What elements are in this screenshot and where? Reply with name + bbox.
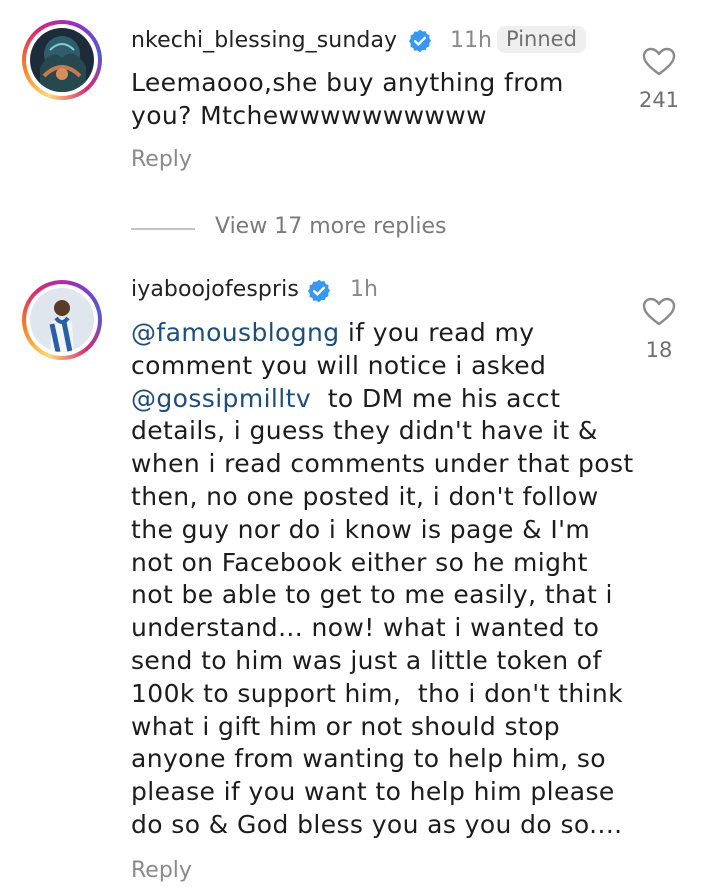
comment-line: Leemaooo,she buy anything from: [131, 68, 564, 97]
comment-line: what i gift him or not should stop: [131, 711, 561, 741]
avatar-iyabo: [30, 288, 94, 352]
pinned-badge: Pinned: [497, 26, 586, 53]
comment-line: when i read comments under that post: [131, 449, 634, 479]
comment-line: @famousblogng if you read my: [131, 317, 634, 350]
reply-button[interactable]: Reply: [131, 147, 192, 172]
comment-line: details, i guess they didn't have it &: [131, 416, 598, 446]
mention-link[interactable]: @famousblogng: [131, 318, 340, 347]
divider-line: [131, 228, 195, 230]
view-more-replies-button[interactable]: View 17 more replies: [215, 214, 446, 239]
comment-line: comment you will notice i asked: [131, 350, 547, 380]
avatar-story-ring[interactable]: [22, 280, 102, 360]
comment-line: the guy nor do i know is page & I'm: [131, 514, 591, 544]
like-count: 18: [645, 338, 673, 362]
verified-badge-icon: [408, 29, 432, 53]
comment-line: @gossipmilltv to DM me his acct: [131, 383, 634, 416]
username[interactable]: iyaboojofespris: [131, 277, 299, 302]
comment-time: 11h: [450, 28, 492, 53]
comment-text: if you read my: [339, 318, 535, 347]
comment-line: not be able to get to me easily, that i: [131, 580, 613, 610]
comment-line: send to him was just a little token of: [131, 645, 602, 675]
reply-button[interactable]: Reply: [131, 858, 192, 883]
comment-time: 1h: [350, 277, 378, 302]
comment-text: to DM me his acct: [311, 383, 561, 413]
avatar-nkechi: [30, 28, 94, 92]
heart-icon[interactable]: [642, 297, 676, 327]
comment-line: anyone from wanting to help him, so: [131, 744, 606, 774]
avatar-story-ring[interactable]: [22, 20, 102, 100]
comment-line: please if you want to help him please: [131, 777, 615, 807]
heart-icon[interactable]: [642, 47, 676, 77]
comment-body: @famousblogng if you read my comment you…: [131, 317, 634, 842]
comment-body: Leemaooo,she buy anything from you? Mtch…: [131, 67, 564, 133]
username[interactable]: nkechi_blessing_sunday: [131, 28, 397, 53]
comment-line: you? Mtchewwwwwwwwww: [131, 100, 487, 130]
like-count: 241: [638, 88, 680, 112]
comment-line: 100k to support him, tho i don't think: [131, 678, 624, 708]
mention-link[interactable]: @gossipmilltv: [131, 384, 311, 413]
comment-line: not on Facebook either so he might: [131, 547, 588, 577]
comment-line: then, no one posted it, i don't follow: [131, 481, 599, 511]
verified-badge-icon: [307, 279, 331, 303]
comment-line: do so & God bless you as you do so....: [131, 809, 623, 839]
comment-line: understand... now! what i wanted to: [131, 613, 600, 643]
